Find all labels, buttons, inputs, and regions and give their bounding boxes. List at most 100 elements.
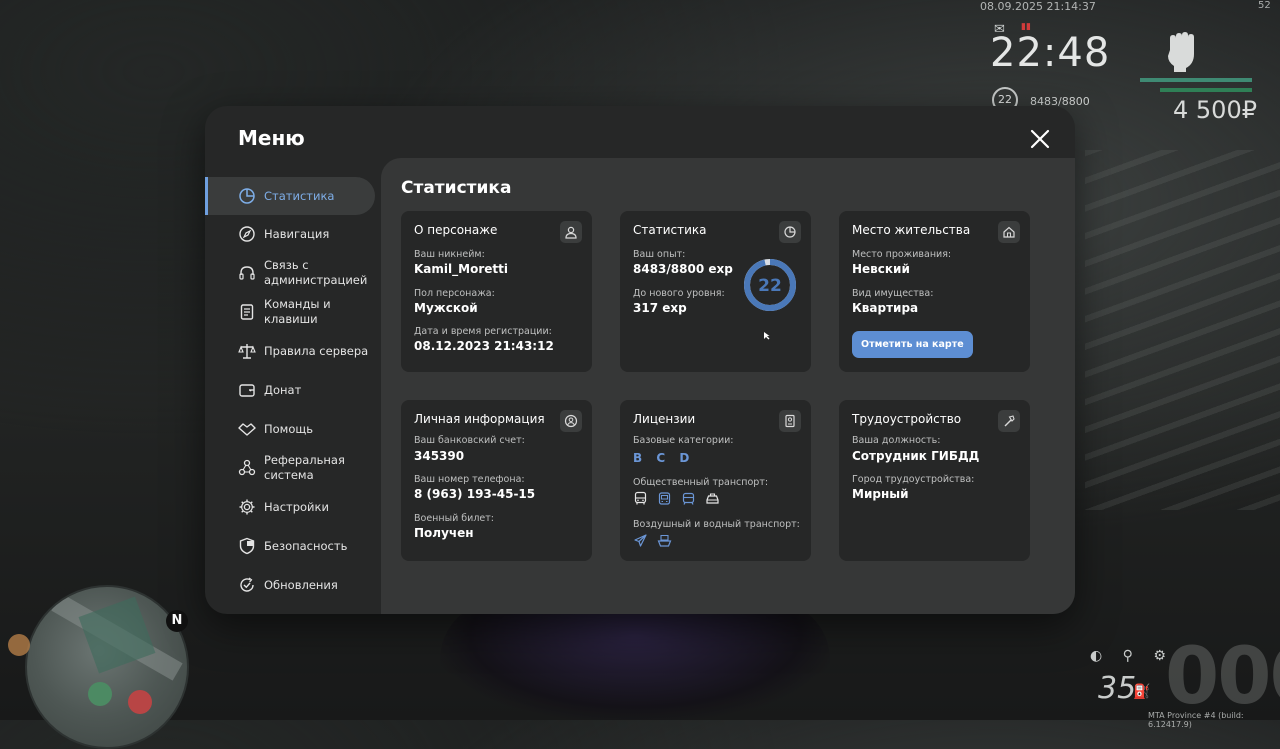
boat-icon	[657, 534, 672, 547]
card-title: О персонаже	[414, 223, 498, 237]
next-level-value: 317 exp	[633, 301, 687, 315]
sidebar-item-help[interactable]: Помощь	[205, 410, 375, 448]
category-c: C	[656, 451, 668, 465]
category-b: B	[633, 451, 645, 465]
character-card: О персонаже Ваш никнейм: Kamil_Moretti П…	[401, 211, 592, 372]
minimap	[25, 585, 189, 749]
armor-bar	[1160, 88, 1252, 92]
page-title: Статистика	[401, 178, 512, 198]
base-categories-label: Базовые категории:	[633, 435, 734, 446]
employment-card: Трудоустройство Ваша должность: Сотрудни…	[839, 400, 1030, 561]
sidebar: Статистика Навигация Связь с администрац…	[205, 176, 381, 614]
menu-title: Меню	[238, 126, 305, 150]
sidebar-item-label: Безопасность	[264, 538, 348, 553]
residence-card: Место жительства Место проживания: Невск…	[839, 211, 1030, 372]
sidebar-item-label: Донат	[264, 382, 302, 397]
sidebar-item-label: Статистика	[264, 188, 335, 203]
job-position-value: Сотрудник ГИБДД	[852, 449, 980, 463]
document-icon	[240, 304, 254, 320]
air-water-transport-label: Воздушный и водный транспорт:	[633, 519, 800, 530]
hud-datetime: 08.09.2025 21:14:37	[980, 0, 1096, 13]
taxi-icon	[706, 493, 719, 504]
sidebar-item-donate[interactable]: Донат	[205, 371, 375, 409]
tram-icon	[682, 492, 695, 505]
job-position-label: Ваша должность:	[852, 435, 941, 446]
sidebar-item-label: Правила сервера	[264, 343, 369, 358]
hud-fuel: 35	[1098, 671, 1137, 706]
gender-value: Мужской	[414, 301, 478, 315]
sidebar-item-commands[interactable]: Команды и клавиши	[205, 293, 375, 331]
public-transport-label: Общественный транспорт:	[633, 477, 769, 488]
refresh-check-icon	[240, 577, 254, 592]
mark-on-map-button[interactable]: Отметить на карте	[852, 331, 973, 358]
menu-window: Меню Статистика Навигация Связь с админи…	[205, 106, 1075, 614]
personal-info-card: Личная информация Ваш банковский счет: 3…	[401, 400, 592, 561]
military-id-value: Получен	[414, 526, 474, 540]
background-stairs	[1085, 150, 1280, 510]
base-categories: B C D	[633, 451, 697, 465]
sidebar-item-settings[interactable]: Настройки	[205, 488, 375, 526]
public-transport-icons	[633, 491, 720, 506]
sidebar-item-label: Команды и клавиши	[264, 297, 331, 326]
place-value: Невский	[852, 262, 910, 276]
vehicle-status-icons: ◐ ⚲ ⚙	[1090, 648, 1174, 664]
content-panel: Статистика О персонаже Ваш никнейм: Kami…	[381, 158, 1075, 614]
gender-label: Пол персонажа:	[414, 288, 495, 299]
license-document-icon	[779, 410, 801, 432]
property-type-label: Вид имущества:	[852, 288, 934, 299]
category-d: D	[679, 451, 692, 465]
next-level-label: До нового уровня:	[633, 288, 725, 299]
scales-icon	[238, 344, 256, 359]
exp-value: 8483/8800 exp	[633, 262, 733, 276]
health-bar	[1140, 78, 1252, 82]
chart-pie-icon	[779, 221, 801, 243]
sidebar-item-navigation[interactable]: Навигация	[205, 215, 375, 253]
background-car	[440, 600, 830, 720]
military-id-label: Военный билет:	[414, 513, 494, 524]
stats-card: Статистика Ваш опыт: 8483/8800 exp До но…	[620, 211, 811, 372]
sidebar-item-statistics[interactable]: Статистика	[205, 177, 375, 215]
bank-account-value: 345390	[414, 449, 465, 463]
sidebar-item-admin-contact[interactable]: Связь с администрацией	[205, 254, 375, 292]
shield-icon	[239, 537, 255, 555]
registration-value: 08.12.2023 21:43:12	[414, 339, 554, 353]
place-label: Место проживания:	[852, 249, 952, 260]
job-city-value: Мирный	[852, 487, 909, 501]
nickname-label: Ваш никнейм:	[414, 249, 485, 260]
hud-clock: 22:48	[990, 30, 1111, 76]
card-title: Лицензии	[633, 412, 696, 426]
level-number: 22	[758, 276, 782, 296]
map-blip	[88, 682, 112, 706]
phone-label: Ваш номер телефона:	[414, 474, 525, 485]
map-blip	[8, 634, 30, 656]
wallet-icon	[239, 384, 255, 397]
sidebar-item-referral[interactable]: Реферальная система	[205, 449, 375, 487]
gear-icon	[239, 499, 255, 515]
level-progress-ring: 22	[744, 259, 796, 311]
card-title: Статистика	[633, 223, 707, 237]
phone-value: 8 (963) 193-45-15	[414, 487, 536, 501]
sidebar-item-updates[interactable]: Обновления	[205, 566, 375, 604]
bank-account-label: Ваш банковский счет:	[414, 435, 525, 446]
licenses-card: Лицензии Базовые категории: B C D Общест…	[620, 400, 811, 561]
sidebar-item-security[interactable]: Безопасность	[205, 527, 375, 565]
network-icon	[238, 459, 256, 476]
hud-money: 4 500₽	[1173, 96, 1257, 124]
sidebar-item-label: Обновления	[264, 577, 338, 592]
mouse-cursor-icon	[764, 332, 770, 340]
air-water-transport-icons	[633, 533, 672, 548]
sidebar-item-label: Настройки	[264, 499, 329, 514]
sidebar-item-label: Реферальная система	[264, 453, 345, 482]
user-icon	[560, 221, 582, 243]
trolleybus-icon	[658, 492, 671, 505]
home-icon	[998, 221, 1020, 243]
card-title: Трудоустройство	[852, 412, 962, 426]
exp-label: Ваш опыт:	[633, 249, 686, 260]
handshake-icon	[238, 423, 256, 436]
sidebar-item-rules[interactable]: Правила сервера	[205, 332, 375, 370]
card-title: Место жительства	[852, 223, 971, 237]
hud-corner-number: 52	[1258, 0, 1271, 11]
close-icon[interactable]	[1027, 126, 1053, 152]
property-type-value: Квартира	[852, 301, 919, 315]
chart-pie-icon	[239, 188, 255, 204]
